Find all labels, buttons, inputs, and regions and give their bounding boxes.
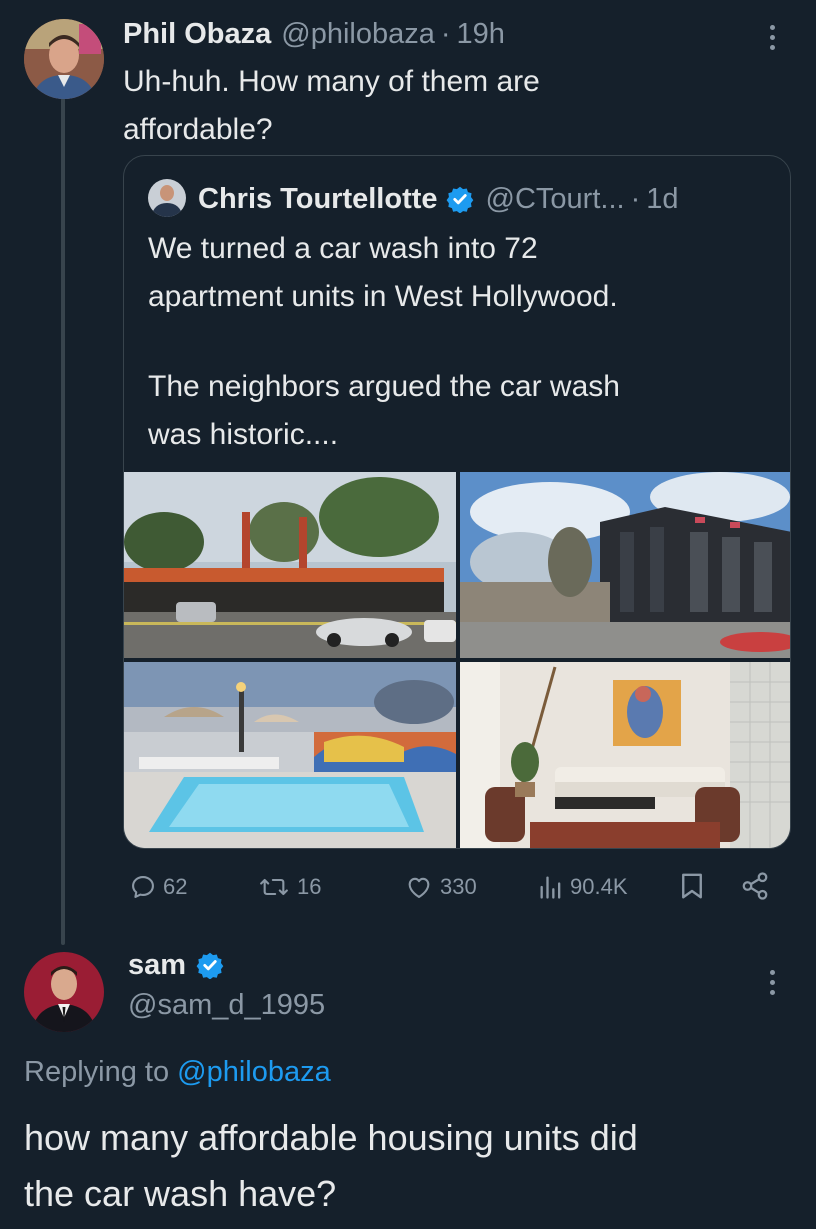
repost-action[interactable]: 16 — [257, 871, 321, 903]
quote-separator: · — [630, 182, 641, 215]
quote-text-line3: The neighbors argued the car wash — [148, 370, 620, 403]
post1-text-line2: affordable? — [123, 113, 273, 146]
reply-action[interactable]: 62 — [129, 871, 187, 903]
post2-handle[interactable]: @sam_d_1995 — [128, 985, 325, 1025]
post1-handle[interactable]: @philobaza — [281, 18, 435, 51]
photo-lobby-interior — [460, 662, 790, 848]
media-photo-lobby-interior[interactable] — [460, 662, 790, 848]
verified-badge-icon — [446, 185, 474, 214]
post1-more-icon[interactable] — [770, 25, 776, 50]
avatar-image — [24, 19, 104, 99]
media-photo-apartment-building[interactable] — [460, 472, 790, 658]
post1-separator: · — [440, 17, 451, 50]
avatar-image — [24, 952, 104, 1032]
quote-header: Chris Tourtellotte @CTourt... · 1d — [198, 178, 679, 220]
reply-count: 62 — [163, 874, 188, 899]
quote-text-line2: apartment units in West Hollywood. — [148, 280, 618, 313]
views-chart-icon — [540, 876, 561, 899]
replying-to-prefix: Replying to — [24, 1056, 170, 1088]
post1-text: Uh-huh. How many of them are affordable? — [123, 58, 540, 154]
views-count: 90.4K — [570, 874, 628, 899]
quote-text: We turned a car wash into 72 apartment u… — [148, 225, 620, 459]
quoted-tweet-card[interactable]: Chris Tourtellotte @CTourt... · 1d We tu… — [123, 155, 791, 849]
replying-to-line: Replying to @philobaza — [24, 1052, 331, 1092]
reply-icon — [132, 876, 154, 898]
media-photo-rooftop-pool[interactable] — [124, 662, 456, 848]
photo-rooftop-pool — [124, 662, 456, 848]
post2-text-line2: the car wash have? — [24, 1173, 337, 1214]
bookmark-icon[interactable] — [679, 871, 705, 906]
heart-icon — [408, 877, 430, 898]
post2-display-name[interactable]: sam — [128, 949, 186, 982]
photo-car-wash-exterior — [124, 472, 456, 658]
verified-badge-icon — [196, 951, 224, 980]
post1-text-line1: Uh-huh. How many of them are — [123, 65, 540, 98]
photo-apartment-building — [460, 472, 790, 658]
repost-count: 16 — [297, 874, 322, 899]
quote-handle[interactable]: @CTourt... — [486, 183, 625, 216]
post2-more-icon[interactable] — [770, 970, 776, 995]
quote-text-spacer — [148, 321, 620, 363]
quote-time[interactable]: 1d — [646, 183, 678, 216]
avatar-phil-obaza[interactable] — [24, 19, 104, 99]
post2-name-row: sam — [128, 945, 224, 985]
views-action[interactable]: 90.4K — [538, 871, 628, 903]
replying-to-mention-link[interactable]: @philobaza — [177, 1056, 331, 1088]
quote-display-name[interactable]: Chris Tourtellotte — [198, 183, 438, 216]
avatar-image — [148, 179, 186, 217]
quote-text-line4: was historic.... — [148, 418, 339, 451]
post2-text-line1: how many affordable housing units did — [24, 1117, 638, 1158]
post1-display-name[interactable]: Phil Obaza — [123, 18, 271, 51]
thread-connector-line — [61, 98, 65, 945]
post2-text: how many affordable housing units did th… — [24, 1110, 638, 1222]
avatar-sam[interactable] — [24, 952, 104, 1032]
like-count: 330 — [440, 874, 477, 899]
repost-icon — [260, 878, 288, 896]
post1-time[interactable]: 19h — [457, 18, 505, 51]
avatar-chris-tourtellotte[interactable] — [148, 179, 186, 217]
like-action[interactable]: 330 — [404, 871, 477, 903]
media-photo-car-wash-exterior[interactable] — [124, 472, 456, 658]
share-icon[interactable] — [739, 871, 771, 906]
post1-header: Phil Obaza @philobaza · 19h — [123, 14, 505, 54]
quote-text-line1: We turned a car wash into 72 — [148, 232, 538, 265]
